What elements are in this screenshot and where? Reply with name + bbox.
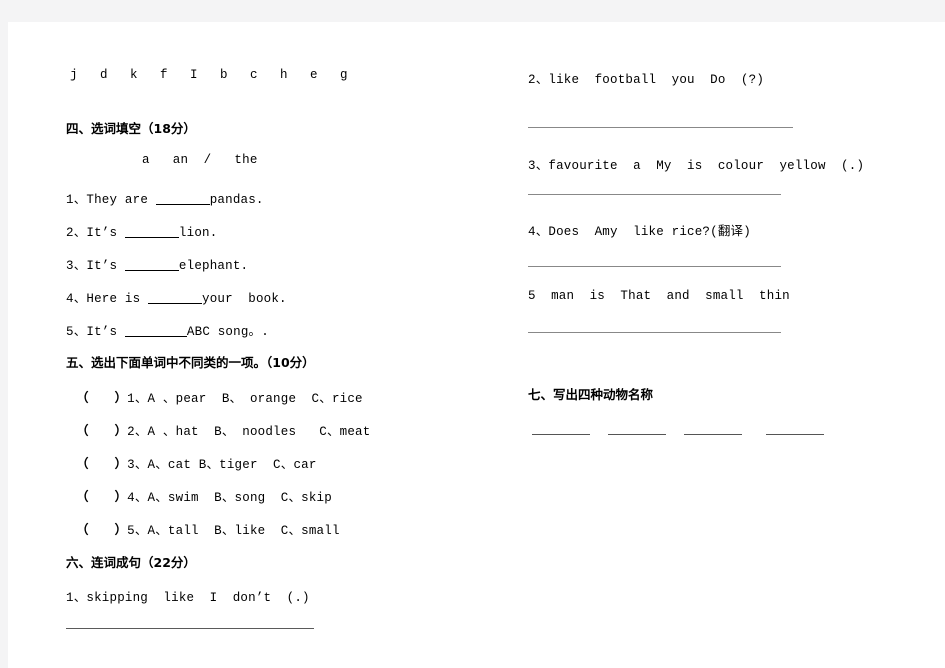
animal-blank-1[interactable]	[532, 434, 590, 435]
choice-item-4-bracket[interactable]: （ ）	[76, 489, 127, 504]
fill-item-3-blank[interactable]	[124, 258, 179, 271]
choice-item-3-bracket[interactable]: （ ）	[76, 456, 127, 471]
sentence-item-5: 5 man is That and small thin	[528, 289, 790, 303]
animal-blank-3[interactable]	[684, 434, 742, 435]
fill-item-5: 5、It’s ABC song。.	[66, 320, 269, 339]
fill-item-2-blank[interactable]	[124, 225, 179, 238]
sentence-item-3: 3、favourite a My is colour yellow (.)	[528, 159, 865, 173]
choice-item-2-options: A 、hat B、 noodles C、meat	[147, 425, 371, 439]
fill-item-3-number: 3、	[66, 259, 87, 273]
sentence-item-3-answer-line[interactable]	[528, 194, 781, 195]
choice-item-4-options: A、swim B、song C、skip	[147, 491, 332, 505]
fill-item-4-number: 4、	[66, 292, 87, 306]
section-four-word-bank: a an / the	[142, 153, 258, 167]
sentence-item-2: 2、like football you Do (?)	[528, 73, 765, 87]
sentence-item-1-answer-line[interactable]	[66, 628, 314, 629]
fill-item-1-after: pandas.	[209, 193, 264, 207]
fill-item-5-after: ABC song。.	[186, 325, 269, 339]
choice-item-2: （ ）2、A 、hat B、 noodles C、meat	[76, 420, 370, 439]
alphabet-letters-row: j d k f I b c h e g	[70, 68, 348, 82]
choice-item-4-number: 4、	[127, 491, 148, 505]
fill-item-2-after: lion.	[178, 226, 218, 240]
fill-item-1-blank[interactable]	[155, 192, 210, 205]
fill-item-2-before: It’s	[86, 226, 125, 240]
fill-item-4-after: your book.	[202, 292, 287, 306]
choice-item-5-number: 5、	[127, 524, 148, 538]
sentence-item-4-answer-line[interactable]	[528, 266, 781, 267]
choice-item-4: （ ）4、A、swim B、song C、skip	[76, 486, 332, 505]
fill-item-3-after: elephant.	[178, 259, 249, 273]
fill-item-2: 2、It’s lion.	[66, 221, 217, 240]
fill-item-5-blank[interactable]	[124, 324, 187, 337]
fill-item-1: 1、They are pandas.	[66, 188, 264, 207]
choice-item-5-options: A、tall B、like C、small	[147, 524, 340, 538]
fill-item-5-number: 5、	[66, 325, 87, 339]
fill-item-1-number: 1、	[66, 193, 87, 207]
sentence-item-4: 4、Does Amy like rice?(翻译)	[528, 225, 751, 239]
animal-blank-2[interactable]	[608, 434, 666, 435]
fill-item-4-blank[interactable]	[148, 291, 203, 304]
section-four-heading: 四、选词填空（18分）	[66, 121, 196, 136]
choice-item-2-bracket[interactable]: （ ）	[76, 423, 127, 438]
fill-item-5-before: It’s	[86, 325, 125, 339]
choice-item-1: （ ）1、A 、pear B、 orange C、rice	[76, 387, 363, 406]
section-seven-heading: 七、写出四种动物名称	[528, 387, 654, 402]
choice-item-3: （ ）3、A、cat B、tiger C、car	[76, 453, 317, 472]
fill-item-1-before: They are	[86, 193, 156, 207]
animal-blank-4[interactable]	[766, 434, 824, 435]
choice-item-1-number: 1、	[127, 392, 148, 406]
choice-item-3-options: A、cat B、tiger C、car	[147, 458, 317, 472]
sentence-item-5-answer-line[interactable]	[528, 332, 781, 333]
choice-item-1-bracket[interactable]: （ ）	[76, 390, 127, 405]
choice-item-1-options: A 、pear B、 orange C、rice	[147, 392, 363, 406]
fill-item-4: 4、Here is your book.	[66, 287, 287, 306]
choice-item-5-bracket[interactable]: （ ）	[76, 522, 127, 537]
choice-item-3-number: 3、	[127, 458, 148, 472]
fill-item-4-before: Here is	[86, 292, 149, 306]
sentence-item-2-answer-line[interactable]	[528, 127, 793, 128]
choice-item-2-number: 2、	[127, 425, 148, 439]
fill-item-3: 3、It’s elephant.	[66, 254, 248, 273]
section-six-heading: 六、连词成句（22分）	[66, 555, 196, 570]
fill-item-3-before: It’s	[86, 259, 125, 273]
sentence-item-1: 1、skipping like I don’t (.)	[66, 591, 310, 605]
fill-item-2-number: 2、	[66, 226, 87, 240]
section-five-heading: 五、选出下面单词中不同类的一项。（10分）	[66, 355, 315, 370]
choice-item-5: （ ）5、A、tall B、like C、small	[76, 519, 340, 538]
worksheet-page: j d k f I b c h e g 四、选词填空（18分） a an / t…	[8, 22, 945, 668]
